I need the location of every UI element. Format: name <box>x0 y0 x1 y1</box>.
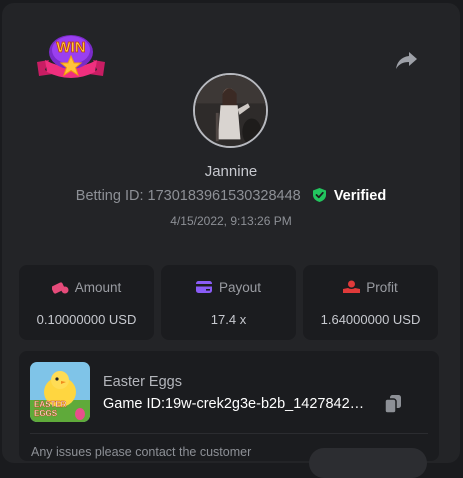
svg-text:EASTER: EASTER <box>34 400 67 409</box>
copy-icon[interactable] <box>385 395 401 413</box>
amount-header: Amount <box>19 280 154 295</box>
coins-icon <box>51 280 69 294</box>
game-id-value: 19w-crek2g3e-b2b_1427842… <box>165 396 365 412</box>
verified-shield-icon <box>312 188 326 202</box>
verified-label: Verified <box>333 188 387 204</box>
profit-header: Profit <box>303 280 438 295</box>
game-id-label: Game ID: <box>103 396 166 412</box>
card-icon <box>195 280 213 294</box>
amount-label: Amount <box>74 280 122 295</box>
divider <box>30 433 428 434</box>
amount-value: 0.10000000 USD <box>36 312 137 327</box>
profit-label: Profit <box>366 280 398 295</box>
contact-support-button[interactable] <box>309 448 427 478</box>
win-logo: WIN <box>35 30 107 90</box>
hand-coin-icon <box>343 280 361 294</box>
game-card: EASTER EGGS Easter Eggs Game ID:19w-crek… <box>19 351 439 478</box>
amount-card: Amount 0.10000000 USD <box>19 265 154 340</box>
profit-value: 1.64000000 USD <box>320 312 421 327</box>
username: Jannine <box>204 163 258 180</box>
avatar <box>193 73 268 148</box>
payout-value: 17.4 x <box>210 312 247 327</box>
game-name[interactable]: Easter Eggs <box>103 374 182 390</box>
share-icon[interactable] <box>395 49 419 71</box>
svg-text:EGGS: EGGS <box>34 409 58 418</box>
win-logo-text: WIN <box>56 39 85 56</box>
bet-detail-modal: WIN Jannine Betting ID: 1730183961530328… <box>2 3 460 478</box>
game-thumbnail[interactable]: EASTER EGGS <box>30 362 90 422</box>
betting-id-label: Betting ID: <box>75 188 144 204</box>
game-id: Game ID:19w-crek2g3e-b2b_1427842… <box>103 396 375 412</box>
payout-label: Payout <box>218 280 262 295</box>
betting-id-value: 1730183961530328448 <box>147 188 301 204</box>
bet-timestamp: 4/15/2022, 9:13:26 PM <box>170 214 292 228</box>
payout-card: Payout 17.4 x <box>161 265 296 340</box>
profit-card: Profit 1.64000000 USD <box>303 265 438 340</box>
payout-header: Payout <box>161 280 296 295</box>
issue-text: Any issues please contact the customer <box>31 445 252 459</box>
betting-id-row: Betting ID: 1730183961530328448 Verified <box>2 188 460 204</box>
